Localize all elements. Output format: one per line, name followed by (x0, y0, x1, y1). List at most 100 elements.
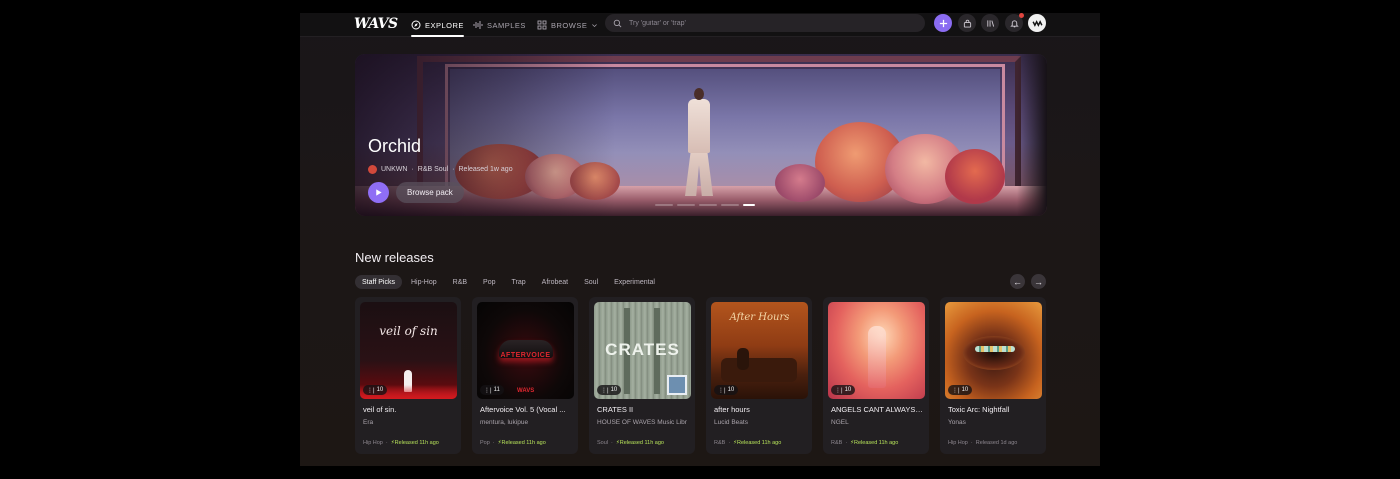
chip-afrobeat[interactable]: Afrobeat (535, 275, 575, 289)
card-title[interactable]: after hours (714, 405, 806, 414)
sample-count-value: 10 (961, 387, 969, 393)
genre-filter: Staff Picks Hip-Hop R&B Pop Trap Afrobea… (355, 275, 662, 289)
hero-banner[interactable]: Orchid UNKWN · R&B Soul · Released 1w ag… (355, 54, 1047, 216)
carousel-dot-active[interactable] (743, 204, 755, 206)
hero-shade (355, 54, 615, 216)
card-artist[interactable]: Era (363, 419, 455, 426)
carousel-dot[interactable] (677, 204, 695, 206)
card-footer: Pop · ⚡Released 11h ago (480, 440, 546, 446)
sample-count: ⋮| 10 (948, 385, 973, 395)
search-icon (613, 19, 622, 27)
library-icon (986, 19, 994, 27)
card-released-text: Released 11h ago (619, 440, 664, 446)
card-artist[interactable]: NGEL (831, 419, 923, 426)
release-card[interactable]: veil of sin ⋮| 10 veil of sin. Era Hip Ho… (355, 297, 461, 454)
chip-experimental[interactable]: Experimental (607, 275, 662, 289)
hero-title[interactable]: Orchid (368, 136, 421, 157)
add-button[interactable] (934, 14, 952, 32)
card-genre: Hip Hop (948, 440, 968, 446)
app-window: WAVS EXPLORE SAMPLES BROWSE Try 'guitar'… (300, 13, 1100, 466)
card-released: ⚡Released 11h ago (733, 440, 781, 446)
avatar[interactable] (1028, 14, 1046, 32)
hero-released: Released 1w ago (458, 166, 513, 173)
card-released-text: Released 11h ago (394, 440, 439, 446)
search-bar[interactable] (605, 14, 925, 32)
nav-samples[interactable]: SAMPLES (473, 13, 526, 37)
sample-count: ⋮| 10 (714, 385, 739, 395)
cover-text: After Hours (729, 312, 790, 323)
notifications-button[interactable] (1005, 13, 1024, 32)
chip-trap[interactable]: Trap (505, 275, 533, 289)
waveform-icon: ⋮| (835, 387, 843, 394)
scroll-right-button[interactable]: → (1031, 274, 1046, 289)
carousel-dots (655, 204, 755, 206)
card-title[interactable]: veil of sin. (363, 405, 455, 414)
release-card[interactable]: AFTERVOICE WAVS ⋮| 11 Aftervoice Vol. 5 (… (472, 297, 578, 454)
section-title: New releases (355, 250, 434, 265)
search-input[interactable] (629, 19, 909, 27)
cover-text: veil of sin (379, 324, 438, 338)
card-title[interactable]: ANGELS CANT ALWAYS ... (831, 405, 923, 414)
hero-artist[interactable]: UNKWN (381, 166, 407, 173)
release-card[interactable]: CRATES ⋮| 10 CRATES II HOUSE OF WAVES Mus… (589, 297, 695, 454)
hero-meta: UNKWN · R&B Soul · Released 1w ago (368, 165, 513, 174)
separator: · (611, 440, 613, 446)
release-card[interactable]: ⋮| 10 Toxic Arc: Nightfall Yonas Hip Hop ·… (940, 297, 1046, 454)
nav-explore[interactable]: EXPLORE (411, 13, 464, 37)
card-genre: Pop (480, 440, 490, 446)
arrow-left-icon: ← (1013, 276, 1022, 287)
card-footer: Soul · ⚡Released 11h ago (597, 440, 664, 446)
carousel-dot[interactable] (699, 204, 717, 206)
chip-staff-picks[interactable]: Staff Picks (355, 275, 402, 289)
card-released-text: Released 11h ago (854, 440, 899, 446)
separator: · (970, 440, 973, 446)
play-button[interactable] (368, 182, 389, 203)
chip-hip-hop[interactable]: Hip-Hop (404, 275, 444, 289)
chip-rnb[interactable]: R&B (446, 275, 474, 289)
card-title[interactable]: Toxic Arc: Nightfall (948, 405, 1040, 414)
separator: · (492, 440, 495, 446)
coral-shape (775, 164, 825, 202)
card-released: ⚡Released 11h ago (616, 440, 664, 446)
release-card[interactable]: After Hours ⋮| 10 after hours Lucid Beats… (706, 297, 812, 454)
cover-sofa (721, 358, 797, 382)
card-footer: Hip Hop · Released 1d ago (948, 440, 1017, 446)
card-artist[interactable]: Lucid Beats (714, 419, 806, 426)
scroll-left-button[interactable]: ← (1010, 274, 1025, 289)
bag-button[interactable] (958, 14, 976, 32)
sample-count: ⋮| 10 (831, 385, 856, 395)
chip-pop[interactable]: Pop (476, 275, 502, 289)
hero-shade-right (1017, 54, 1047, 216)
card-released-text: Released 11h ago (501, 440, 546, 446)
figure (694, 88, 704, 100)
figure (688, 99, 710, 153)
cover-figure (868, 326, 886, 388)
release-card[interactable]: ⋮| 10 ANGELS CANT ALWAYS ... NGEL R&B · ⚡Re… (823, 297, 929, 454)
card-artist[interactable]: mentura, lukipue (480, 419, 572, 426)
browse-pack-button[interactable]: Browse pack (396, 182, 464, 203)
card-title[interactable]: CRATES II (597, 405, 689, 414)
hero-genre: R&B Soul (417, 166, 449, 173)
coral-shape (945, 149, 1005, 204)
sample-count-value: 10 (727, 387, 735, 393)
cover-logo: WAVS (517, 388, 535, 394)
carousel-dot[interactable] (721, 204, 739, 206)
library-button[interactable] (981, 14, 999, 32)
bell-icon (1009, 19, 1019, 27)
waveform-icon: ⋮| (601, 387, 609, 394)
logo[interactable]: WAVS (354, 16, 398, 32)
nav-browse[interactable]: BROWSE (537, 13, 598, 37)
waveform-icon: ⋮| (367, 387, 375, 394)
nav-samples-label: SAMPLES (487, 20, 526, 30)
card-artist[interactable]: Yonas (948, 419, 1040, 426)
cover-text: CRATES (605, 340, 680, 359)
chip-soul[interactable]: Soul (577, 275, 605, 289)
card-genre: Soul (597, 440, 609, 446)
release-list: veil of sin ⋮| 10 veil of sin. Era Hip Ho… (355, 297, 1046, 454)
cover-person (737, 348, 749, 370)
card-released: ⚡Released 11h ago (850, 440, 898, 446)
card-artist[interactable]: HOUSE OF WAVES Music Libr (597, 419, 689, 426)
card-title[interactable]: Aftervoice Vol. 5 (Vocal ... (480, 405, 572, 414)
sample-count-value: 11 (493, 387, 500, 393)
carousel-dot[interactable] (655, 204, 673, 206)
